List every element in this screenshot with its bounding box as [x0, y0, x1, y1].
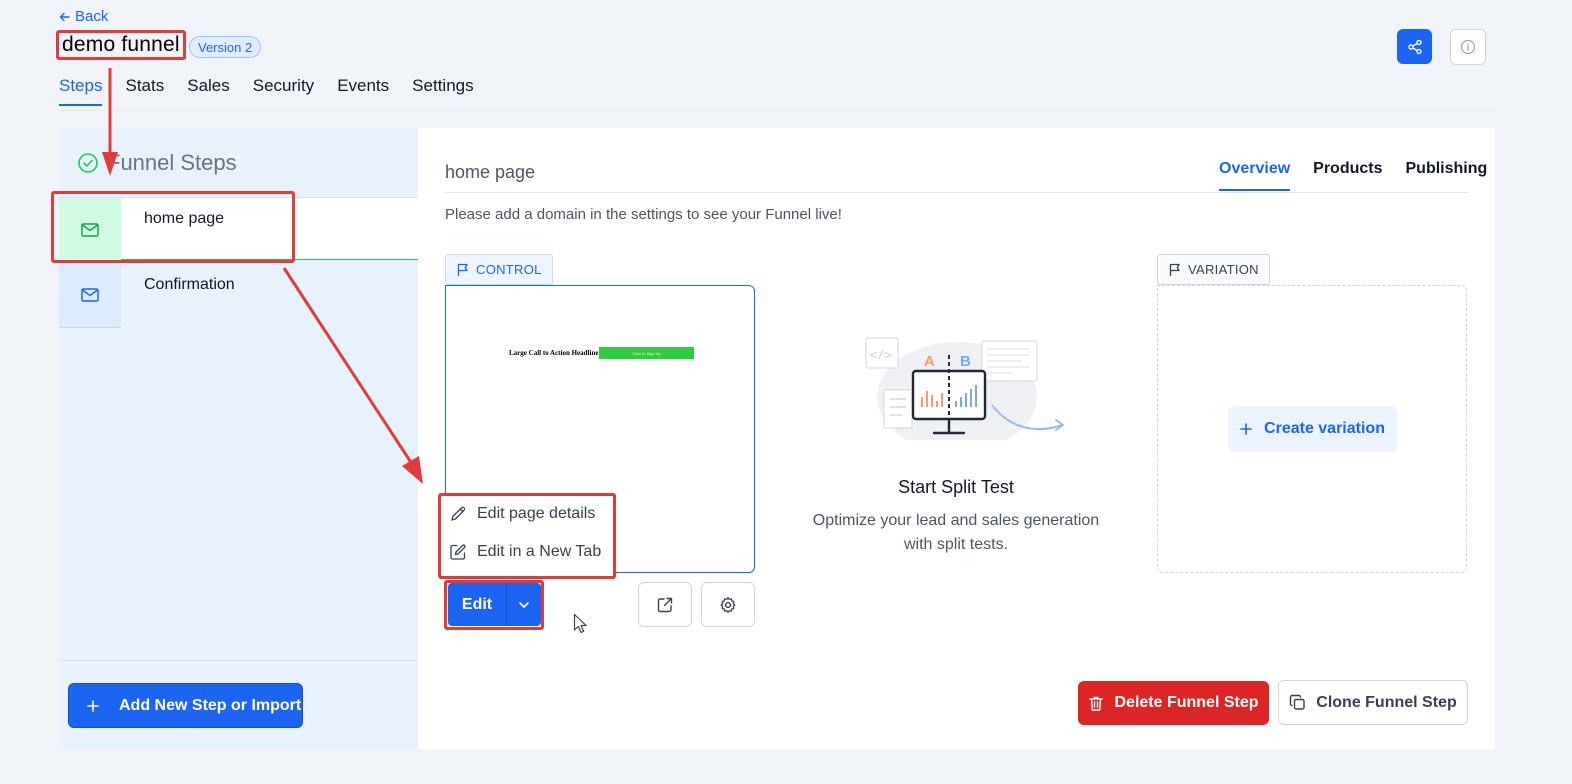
tab-stats[interactable]: Stats — [125, 76, 164, 106]
delete-step-button[interactable]: Delete Funnel Step — [1078, 681, 1269, 725]
sidebar-step-confirmation[interactable]: Confirmation — [144, 276, 235, 294]
tab-events[interactable]: Events — [337, 76, 389, 106]
split-test-title: Start Split Test — [898, 477, 1014, 497]
menu-item-edit-new-tab[interactable]: Edit in a New Tab — [449, 543, 601, 561]
mouse-cursor-icon — [573, 613, 587, 634]
tab-settings[interactable]: Settings — [412, 76, 473, 106]
home-page-step-highlight — [51, 191, 295, 263]
step-icon — [59, 262, 121, 327]
svg-text:A: A — [924, 353, 935, 370]
copy-icon — [1290, 694, 1305, 710]
step-name: home page — [445, 162, 536, 182]
gear-icon — [720, 596, 736, 613]
edit-dropdown-toggle[interactable] — [507, 583, 541, 626]
split-test-description: Optimize your lead and sales generation … — [812, 512, 1100, 553]
page-title-highlight: demo funnel — [56, 30, 186, 60]
divider — [445, 192, 1468, 193]
flag-icon — [1169, 263, 1180, 276]
edit-dropdown-menu: Edit page details Edit in a New Tab — [438, 493, 616, 579]
add-step-button[interactable]: Add New Step or Import — [68, 683, 303, 728]
external-link-icon — [657, 597, 673, 612]
menu-item-label: Edit in a New Tab — [477, 543, 602, 560]
sidebar-title: Funnel Steps — [107, 150, 237, 175]
control-label: CONTROL — [476, 262, 542, 277]
mail-icon — [81, 287, 99, 302]
plus-icon — [1240, 423, 1252, 435]
add-step-label: Add New Step or Import — [119, 696, 302, 714]
menu-item-label: Edit page details — [477, 505, 596, 522]
step-sub-tabs: Overview Products Publishing — [1219, 160, 1487, 191]
preview-headline: Large Call to Action Headline — [509, 349, 599, 357]
divider — [59, 660, 418, 661]
create-variation-label: Create variation — [1264, 420, 1385, 437]
split-test-illustration-icon: </> A B — [865, 337, 1065, 440]
variation-badge: VARIATION — [1157, 254, 1270, 285]
share-icon — [1407, 39, 1422, 54]
plus-icon — [87, 699, 99, 712]
sidebar-header: Funnel Steps — [77, 150, 237, 176]
menu-item-edit-page-details[interactable]: Edit page details — [449, 505, 595, 523]
tab-sales[interactable]: Sales — [187, 76, 230, 106]
preview-cta: Click to Sign Up — [599, 347, 694, 359]
info-button[interactable] — [1450, 29, 1486, 65]
tab-steps[interactable]: Steps — [59, 76, 103, 106]
step-settings-button[interactable] — [701, 582, 755, 627]
tab-publishing[interactable]: Publishing — [1406, 160, 1488, 191]
back-link[interactable]: Back — [59, 8, 108, 25]
tab-security[interactable]: Security — [253, 76, 314, 106]
edit-button[interactable]: Edit — [448, 583, 506, 626]
version-badge: Version 2 — [189, 36, 262, 58]
svg-text:B: B — [960, 353, 971, 370]
trash-icon — [1089, 696, 1104, 711]
delete-label: Delete Funnel Step — [1114, 694, 1259, 711]
main-tabs: Steps Stats Sales Security Events Settin… — [59, 76, 497, 106]
pencil-icon — [451, 506, 466, 521]
svg-text:</>: </> — [870, 349, 892, 363]
flag-icon — [457, 263, 468, 276]
share-button[interactable] — [1397, 29, 1432, 64]
clone-step-button[interactable]: Clone Funnel Step — [1278, 680, 1468, 725]
control-badge: CONTROL — [445, 254, 553, 285]
check-circle-icon — [78, 153, 98, 173]
variation-label: VARIATION — [1188, 262, 1259, 277]
tab-overview[interactable]: Overview — [1219, 160, 1291, 191]
domain-notice: Please add a domain in the settings to s… — [445, 206, 842, 223]
back-label: Back — [75, 8, 109, 25]
info-icon — [1460, 39, 1476, 55]
clone-label: Clone Funnel Step — [1316, 693, 1457, 711]
open-external-button[interactable] — [638, 582, 692, 627]
chevron-down-icon — [519, 601, 529, 608]
arrow-left-icon — [59, 12, 70, 21]
tab-products[interactable]: Products — [1313, 160, 1382, 191]
create-variation-button[interactable]: Create variation — [1228, 406, 1397, 452]
page-title: demo funnel — [62, 33, 180, 56]
divider — [59, 327, 121, 328]
edit-square-icon — [450, 544, 466, 560]
tabs-divider — [59, 110, 1496, 111]
